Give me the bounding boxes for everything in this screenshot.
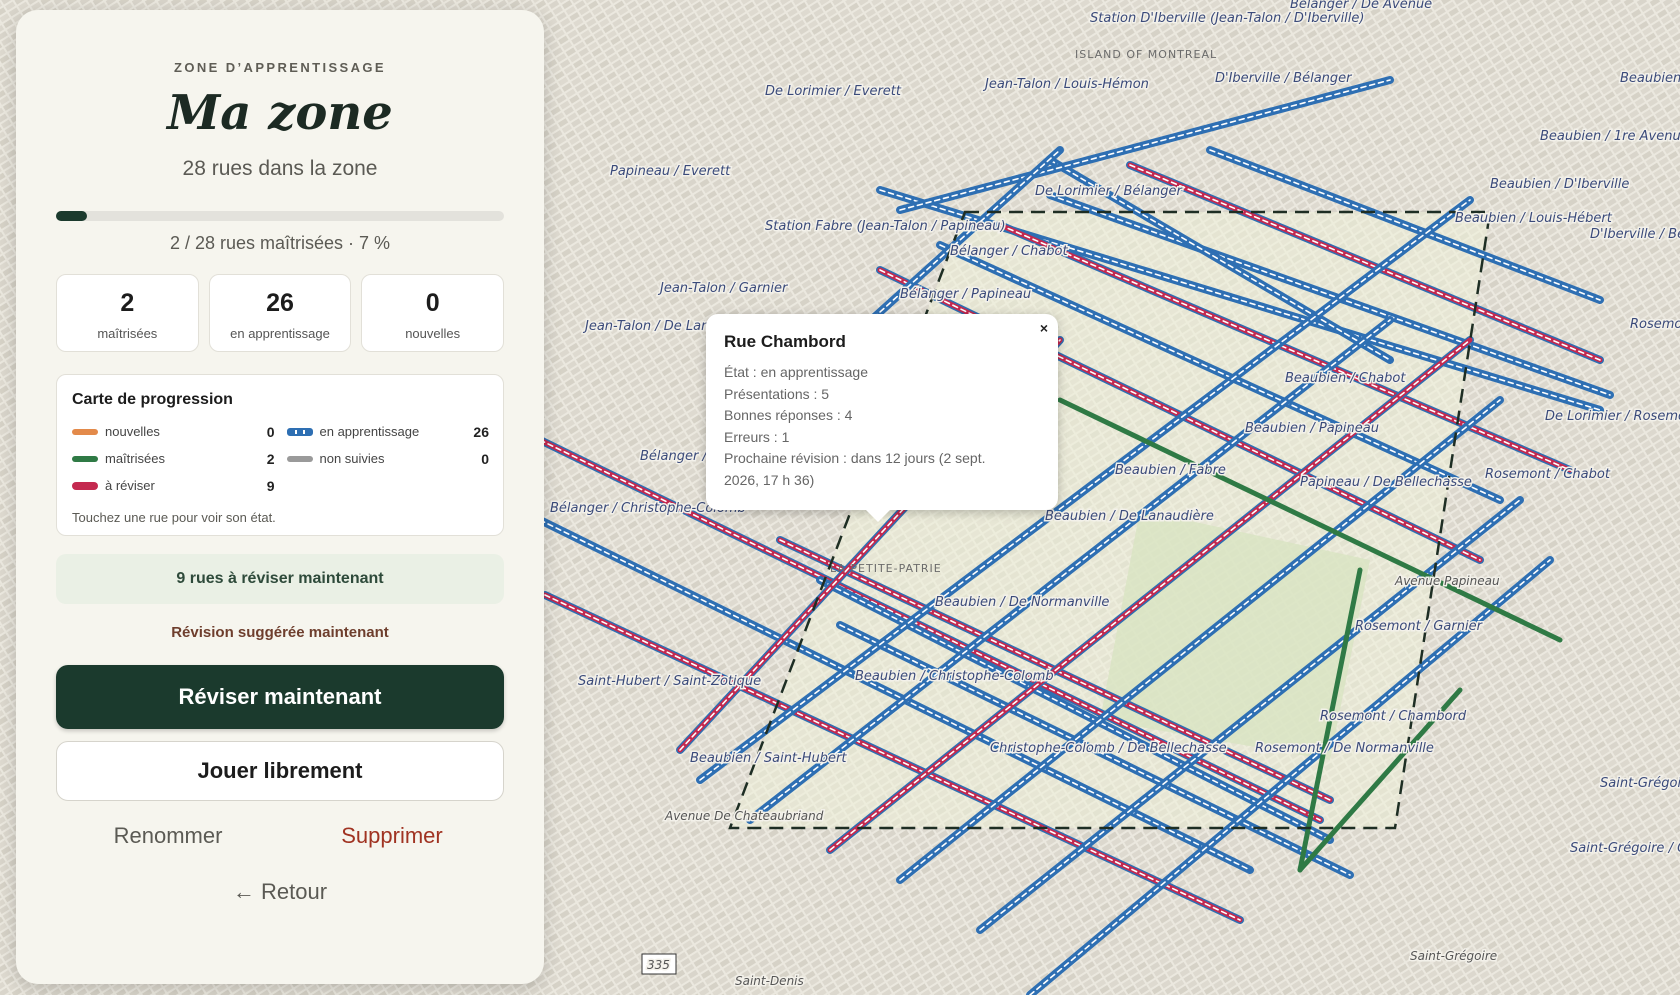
legend-swatch-learning — [286, 427, 313, 436]
map-label: ISLAND OF MONTREAL — [1075, 48, 1217, 61]
popup-next-review: Prochaine révision : dans 12 jours (2 se… — [724, 450, 986, 467]
map-label: Rosemont / des — [1630, 317, 1680, 332]
panel-eyebrow: ZONE D’APPRENTISSAGE — [174, 60, 386, 75]
map-label: Jean-Talon / Garnier — [657, 281, 789, 296]
legend-item-new: nouvelles 0 — [72, 423, 275, 440]
street-popup: × Rue Chambord État : en apprentissage P… — [706, 314, 1058, 522]
map-label: Papineau / Everett — [610, 164, 731, 179]
map-label: Station D'Iberville (Jean-Talon / D'Iber… — [1090, 11, 1364, 26]
back-button[interactable]: ← Retour — [56, 879, 504, 905]
legend-swatch-mastered — [72, 455, 98, 462]
legend-swatch-review — [72, 481, 98, 490]
legend-swatch-untracked — [286, 455, 313, 462]
stat-label: maîtrisées — [97, 326, 158, 341]
map-label: Beaubien / De Normanville — [935, 595, 1109, 610]
popup-state: État : en apprentissage — [724, 364, 868, 380]
legend-label: nouvelles — [105, 424, 160, 439]
legend-title: Carte de progression — [72, 391, 233, 408]
stat-card-mastered: 2 maîtrisées — [56, 274, 199, 352]
map-label: Beaubien / Papineau — [1245, 421, 1379, 436]
map-label: Beaubien / 1re Avenue — [1540, 129, 1680, 144]
map-label: Beaubien / Saint-Hubert — [690, 751, 847, 766]
map-label: De Lorimier / Everett — [765, 84, 902, 99]
progress-legend: Carte de progression nouvelles 0 en appr… — [56, 374, 504, 536]
legend-label: non suivies — [319, 451, 385, 466]
map-label: Avenue De Chateaubriand — [664, 809, 824, 823]
map-label: Beaubien / Fabre — [1115, 463, 1226, 478]
legend-item-untracked: non suivies 0 — [286, 450, 489, 467]
map-label: Beaubien / Chabot — [1285, 371, 1406, 386]
map-label: Bélanger / Papineau — [900, 287, 1031, 302]
progress-fill — [56, 211, 88, 221]
rename-button[interactable]: Renommer — [56, 823, 280, 849]
legend-item-learning: en apprentissage 26 — [286, 423, 489, 440]
map-label: Jean-Talon / Louis-Hémon — [982, 77, 1149, 92]
map-label: D'Iberville / Bélanger — [1215, 71, 1353, 86]
map-label: De Lorimier / Bélanger — [1035, 184, 1184, 199]
legend-grid: nouvelles 0 en apprentissage 26 maîtrisé… — [72, 423, 489, 494]
popup-correct: Bonnes réponses : 4 — [724, 407, 853, 424]
legend-count: 9 — [266, 477, 275, 494]
street-count-subtitle: 28 rues dans la zone — [182, 157, 378, 180]
popup-errors: Erreurs : 1 — [724, 428, 790, 445]
close-icon[interactable]: × — [1040, 320, 1048, 336]
legend-count: 0 — [266, 423, 275, 440]
stat-value: 2 — [120, 289, 135, 317]
map-label: LA PETITE-PATRIE — [830, 562, 942, 575]
map-label: Rosemont / Chabot — [1485, 467, 1611, 482]
map-label: Bélanger / Chabot — [950, 244, 1068, 259]
map-label: Saint-Grégoire / Garnier — [1600, 776, 1680, 791]
stat-card-learning: 26 en apprentissage — [208, 274, 352, 352]
map-label: Christophe-Colomb / De Bellechasse — [990, 741, 1227, 756]
legend-item-mastered: maîtrisées 2 — [72, 450, 275, 467]
popup-presentations: Présentations : 5 — [724, 385, 830, 402]
map-label: 335 — [647, 958, 670, 972]
map-label: Bélanger / De Avenue — [1290, 0, 1432, 12]
zone-actions: Renommer Supprimer — [56, 823, 504, 849]
zone-panel: ZONE D’APPRENTISSAGE Ma zone 28 rues dan… — [16, 10, 544, 984]
map-label: Beaubien / Christophe-Colomb — [855, 669, 1054, 684]
stats-row: 2 maîtrisées 26 en apprentissage 0 nouve… — [56, 274, 505, 352]
legend-label: en apprentissage — [319, 424, 420, 439]
map-label: Beaubien — [1620, 71, 1680, 86]
legend-count: 0 — [481, 450, 489, 467]
review-now-button[interactable]: Réviser maintenant — [56, 665, 504, 729]
map-label: Beaubien / D'Iberville — [1490, 177, 1629, 192]
progress-bar — [56, 211, 504, 221]
legend-label: à réviser — [105, 478, 155, 493]
legend-count: 26 — [473, 423, 489, 440]
map-label: Rosemont / Chambord — [1320, 709, 1467, 724]
map-label: Saint-Hubert / Saint-Zotique — [578, 674, 761, 689]
map-label: D'Iberville / Bellechasse — [1590, 227, 1680, 242]
popup-title: Rue Chambord — [724, 332, 846, 351]
popup-next-review-cont: 2026, 17 h 36) — [724, 471, 815, 488]
review-suggestion: Révision suggérée maintenant — [171, 624, 389, 641]
stat-value: 26 — [266, 289, 294, 317]
map-label: Saint-Grégoire — [1410, 949, 1497, 963]
map-label: Saint-Grégoire / Chambord — [1570, 841, 1680, 856]
due-reviews-banner: 9 rues à réviser maintenant — [56, 554, 504, 604]
map-label: Beaubien / Louis-Hébert — [1455, 211, 1613, 226]
stat-value: 0 — [425, 289, 440, 317]
map-label: Station Fabre (Jean-Talon / Papineau) — [765, 219, 1006, 234]
map-label: De Lorimier / Rosemont — [1545, 409, 1680, 424]
legend-count: 2 — [266, 450, 275, 467]
map-label: Rosemont / Garnier — [1355, 619, 1484, 634]
legend-item-review: à réviser 9 — [72, 477, 275, 494]
map-label: Papineau / De Bellechasse — [1300, 475, 1472, 490]
legend-label: maîtrisées — [105, 451, 165, 466]
legend-swatch-new — [72, 428, 98, 435]
map-label: Rosemont / De Normanville — [1255, 741, 1434, 756]
stat-label: nouvelles — [405, 326, 461, 341]
free-play-button[interactable]: Jouer librement — [56, 741, 504, 801]
delete-button[interactable]: Supprimer — [280, 823, 504, 849]
map-label: Avenue Papineau — [1394, 574, 1500, 588]
map-label: Saint-Denis — [735, 974, 804, 988]
page-title: Ma zone — [167, 85, 393, 141]
stat-label: en apprentissage — [230, 326, 330, 341]
stat-card-new: 0 nouvelles — [361, 274, 505, 352]
legend-hint: Touchez une rue pour voir son état. — [72, 510, 276, 525]
map-label: Beaubien / De Lanaudière — [1045, 509, 1214, 524]
progress-text: 2 / 28 rues maîtrisées · 7 % — [169, 233, 391, 253]
